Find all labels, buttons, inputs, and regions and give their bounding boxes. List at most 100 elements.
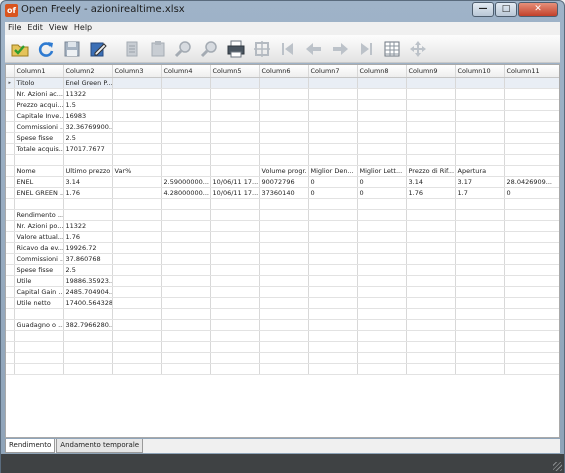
table-cell[interactable] xyxy=(455,88,505,100)
table-cell[interactable] xyxy=(406,352,456,364)
table-cell[interactable] xyxy=(210,286,260,298)
table-cell[interactable] xyxy=(455,121,505,133)
table-cell[interactable] xyxy=(455,297,505,309)
table-cell[interactable] xyxy=(504,143,559,155)
table-cell[interactable]: Nr. Azioni po... xyxy=(14,220,64,232)
table-cell[interactable] xyxy=(357,209,407,221)
table-cell[interactable] xyxy=(63,308,113,320)
table-row[interactable]: Capitale Inve... 16983 xyxy=(6,110,559,122)
row-selector[interactable] xyxy=(6,264,15,276)
first-icon[interactable] xyxy=(276,37,300,61)
zoom-in-icon[interactable] xyxy=(172,37,196,61)
table-row[interactable]: Commissioni ... 37.860768 xyxy=(6,253,559,265)
table-cell[interactable]: 19886.35923... xyxy=(63,275,113,287)
table-cell[interactable]: 0 xyxy=(504,187,559,199)
table-cell[interactable] xyxy=(455,110,505,122)
table-cell[interactable] xyxy=(406,242,456,254)
table-cell[interactable]: Utile xyxy=(14,275,64,287)
row-selector[interactable] xyxy=(6,187,15,199)
table-cell[interactable] xyxy=(210,143,260,155)
table-cell[interactable] xyxy=(406,341,456,353)
table-cell[interactable] xyxy=(308,198,358,210)
table-cell[interactable] xyxy=(308,121,358,133)
table-cell[interactable] xyxy=(308,330,358,342)
table-cell[interactable] xyxy=(210,297,260,309)
table-row[interactable]: ▸ Titolo Enel Green P... xyxy=(6,77,559,89)
table-cell[interactable] xyxy=(210,165,260,177)
table-cell[interactable] xyxy=(455,220,505,232)
table-cell[interactable] xyxy=(112,220,162,232)
table-row[interactable] xyxy=(6,330,559,342)
table-cell[interactable] xyxy=(308,99,358,111)
tab-rendimento[interactable]: Rendimento xyxy=(5,439,56,453)
table-cell[interactable] xyxy=(406,319,456,331)
table-cell[interactable] xyxy=(63,363,113,375)
table-cell[interactable] xyxy=(357,154,407,166)
table-cell[interactable]: 382.7966280... xyxy=(63,319,113,331)
table-cell[interactable] xyxy=(161,363,211,375)
table-cell[interactable] xyxy=(504,264,559,276)
menu-view[interactable]: View xyxy=(46,22,71,35)
table-cell[interactable] xyxy=(504,286,559,298)
table-cell[interactable] xyxy=(210,319,260,331)
table-cell[interactable] xyxy=(504,99,559,111)
table-cell[interactable]: ENEL GREEN ... xyxy=(14,187,64,199)
table-cell[interactable] xyxy=(357,264,407,276)
table-cell[interactable] xyxy=(357,99,407,111)
table-cell[interactable]: Totale acquis... xyxy=(14,143,64,155)
table-cell[interactable] xyxy=(259,341,309,353)
row-selector[interactable] xyxy=(6,253,15,265)
table-cell[interactable] xyxy=(259,99,309,111)
table-cell[interactable] xyxy=(161,88,211,100)
table-cell[interactable] xyxy=(210,209,260,221)
table-cell[interactable] xyxy=(357,132,407,144)
table-cell[interactable] xyxy=(357,242,407,254)
table-cell[interactable] xyxy=(259,220,309,232)
column-header[interactable]: Column5 xyxy=(210,65,260,78)
table-cell[interactable] xyxy=(259,297,309,309)
table-cell[interactable] xyxy=(63,352,113,364)
table-row[interactable]: Prezzo acqui... 1.5 xyxy=(6,99,559,111)
table-cell[interactable]: 28.0426909... xyxy=(504,176,559,188)
table-row[interactable]: Nr. Azioni ac... 11322 xyxy=(6,88,559,100)
table-cell[interactable] xyxy=(455,143,505,155)
fit-icon[interactable] xyxy=(250,37,274,61)
table-cell[interactable] xyxy=(112,99,162,111)
table-cell[interactable] xyxy=(504,242,559,254)
table-cell[interactable] xyxy=(455,330,505,342)
table-cell[interactable] xyxy=(112,176,162,188)
table-cell[interactable] xyxy=(308,352,358,364)
column-header[interactable]: Column8 xyxy=(357,65,407,78)
table-cell[interactable] xyxy=(455,198,505,210)
table-cell[interactable] xyxy=(357,198,407,210)
table-cell[interactable] xyxy=(161,286,211,298)
table-cell[interactable] xyxy=(210,363,260,375)
table-cell[interactable] xyxy=(210,88,260,100)
table-cell[interactable]: 2.5 xyxy=(63,132,113,144)
table-cell[interactable] xyxy=(210,99,260,111)
table-cell[interactable]: 11322 xyxy=(63,88,113,100)
table-row[interactable]: Spese fisse 2.5 xyxy=(6,132,559,144)
column-header[interactable]: Column4 xyxy=(161,65,211,78)
table-row[interactable] xyxy=(6,363,559,375)
table-cell[interactable] xyxy=(357,253,407,265)
table-cell[interactable] xyxy=(112,341,162,353)
table-row[interactable] xyxy=(6,352,559,364)
table-cell[interactable] xyxy=(504,77,559,89)
table-row[interactable] xyxy=(6,308,559,320)
table-cell[interactable] xyxy=(406,154,456,166)
table-cell[interactable] xyxy=(504,275,559,287)
row-selector[interactable] xyxy=(6,297,15,309)
table-cell[interactable] xyxy=(259,330,309,342)
row-selector[interactable] xyxy=(6,319,15,331)
table-cell[interactable] xyxy=(259,77,309,89)
table-cell[interactable] xyxy=(406,121,456,133)
table-cell[interactable] xyxy=(455,253,505,265)
table-cell[interactable] xyxy=(210,264,260,276)
table-cell[interactable] xyxy=(259,352,309,364)
table-cell[interactable]: Spese fisse xyxy=(14,264,64,276)
table-row[interactable]: Utile 19886.35923... xyxy=(6,275,559,287)
table-cell[interactable] xyxy=(14,308,64,320)
table-cell[interactable] xyxy=(455,242,505,254)
row-selector[interactable] xyxy=(6,275,15,287)
